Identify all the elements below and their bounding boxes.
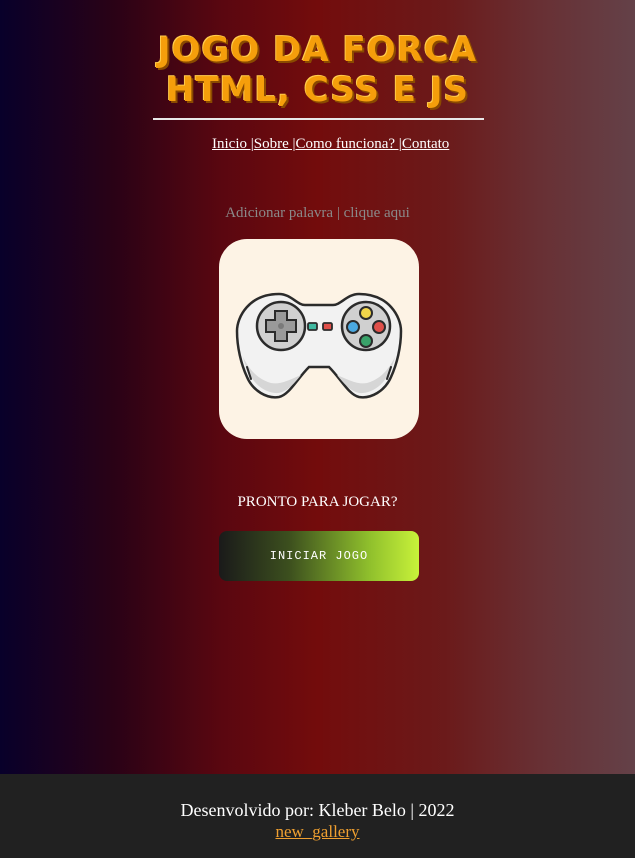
ready-prompt: PRONTO PARA JOGAR? <box>237 494 398 510</box>
footer-credit: Desenvolvido por: Kleber Belo | 2022 <box>180 800 455 820</box>
footer-link-container: new_gallery <box>0 822 635 842</box>
start-game-button[interactable]: INICIAR JOGO <box>219 531 419 581</box>
page-footer: Desenvolvido por: Kleber Belo | 2022 new… <box>0 774 635 858</box>
title-line-1: JOGO DA FORCA <box>157 30 478 70</box>
footer-gallery-link[interactable]: new_gallery <box>275 822 359 841</box>
title-line-2: HTML, CSS E JS <box>166 70 469 110</box>
add-word-link[interactable]: Adicionar palavra | clique aqui <box>0 205 635 222</box>
nav-link-contato[interactable]: Contato <box>402 136 450 152</box>
nav-link-inicio[interactable]: Inicio | <box>212 136 254 152</box>
nav-link-como-funciona[interactable]: Como funciona? | <box>296 136 402 152</box>
main-nav: Inicio |Sobre |Como funciona? |Contato <box>212 136 449 153</box>
gamepad-icon <box>235 292 403 399</box>
title-divider <box>153 118 484 120</box>
nav-link-sobre[interactable]: Sobre | <box>254 136 296 152</box>
game-image-card <box>219 239 419 439</box>
page-title: JOGO DA FORCA HTML, CSS E JS <box>0 30 635 110</box>
